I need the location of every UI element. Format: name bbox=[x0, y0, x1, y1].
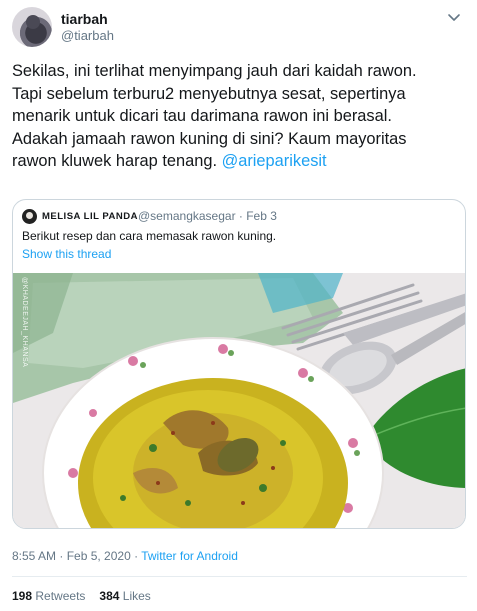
likes-stat[interactable]: 384 Likes bbox=[99, 589, 150, 603]
retweets-stat[interactable]: 198 Retweets bbox=[12, 589, 85, 603]
client-link[interactable]: Twitter for Android bbox=[141, 549, 238, 563]
retweets-count: 198 bbox=[12, 589, 33, 603]
quoted-tweet[interactable]: MELISA LIL PANDA @semangkasegar · Feb 3 … bbox=[12, 199, 466, 529]
show-thread-link[interactable]: Show this thread bbox=[22, 247, 111, 261]
author-handle[interactable]: @tiarbah bbox=[61, 28, 114, 43]
likes-count: 384 bbox=[99, 589, 120, 603]
quoted-avatar[interactable] bbox=[22, 209, 37, 224]
tweet-timestamp: 8:55 AM · Feb 5, 2020 · Twitter for Andr… bbox=[12, 549, 238, 563]
tweet-text: Sekilas, ini terlihat menyimpang jauh da… bbox=[12, 60, 467, 173]
avatar[interactable] bbox=[12, 7, 52, 47]
tweet-header: tiarbah @tiarbah bbox=[12, 7, 467, 49]
divider bbox=[12, 576, 467, 577]
mention-link[interactable]: @arieparikesit bbox=[222, 152, 327, 170]
quoted-text: Berikut resep dan cara memasak rawon kun… bbox=[22, 229, 277, 243]
chevron-down-icon[interactable] bbox=[445, 9, 463, 27]
food-photo bbox=[13, 273, 465, 528]
tweet-body: Sekilas, ini terlihat menyimpang jauh da… bbox=[12, 62, 417, 170]
tweet-stats: 198 Retweets 384 Likes bbox=[12, 589, 151, 603]
timestamp-text[interactable]: 8:55 AM · Feb 5, 2020 · bbox=[12, 549, 141, 563]
likes-label: Likes bbox=[122, 589, 151, 603]
photo-watermark: @KHADEEJAH_KHANSA bbox=[21, 277, 28, 368]
author-name[interactable]: tiarbah bbox=[61, 11, 108, 27]
tweet-card: tiarbah @tiarbah Sekilas, ini terlihat m… bbox=[0, 0, 477, 611]
quoted-author-name[interactable]: MELISA LIL PANDA bbox=[42, 211, 138, 222]
retweets-label: Retweets bbox=[35, 589, 86, 603]
quoted-handle-date: @semangkasegar · Feb 3 bbox=[138, 209, 277, 223]
quoted-photo[interactable]: @KHADEEJAH_KHANSA bbox=[13, 273, 465, 528]
